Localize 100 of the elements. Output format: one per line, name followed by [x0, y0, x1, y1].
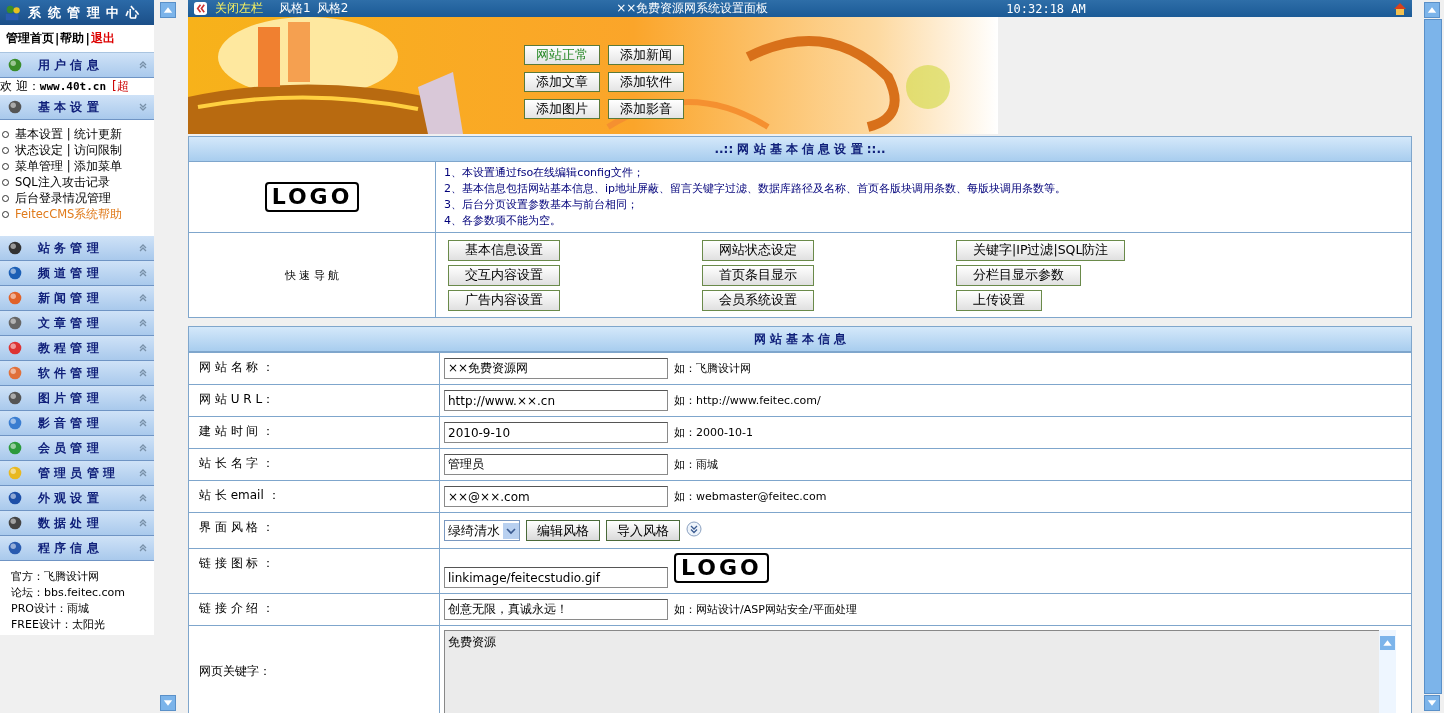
sidebar-link[interactable]: 退出 [90, 30, 115, 47]
note-line: 3、后台分页设置参数基本与前台相同； [444, 197, 639, 213]
menu-link[interactable]: 基本设置 | 统计更新 [15, 126, 123, 142]
house-icon[interactable] [1392, 0, 1408, 17]
section-header[interactable]: 软 件 管 理 [0, 361, 154, 386]
sidebar-link[interactable]: 帮助 [60, 30, 85, 47]
style-dropdown[interactable]: 绿绮清水 [444, 520, 520, 541]
quick-nav-button[interactable]: 广告内容设置 [448, 290, 560, 311]
input-field[interactable]: ××免费资源网 [444, 358, 668, 379]
section-header[interactable]: 用 户 信 息 [0, 53, 154, 78]
chevron-up-icon[interactable] [138, 60, 148, 70]
close-sidebar-link[interactable]: 关闭左栏 [215, 0, 263, 17]
section-header[interactable]: 新 闻 管 理 [0, 286, 154, 311]
style-button[interactable]: 导入风格 [606, 520, 680, 541]
field-label: 链 接 图 标 ： [199, 556, 275, 570]
quick-add-button[interactable]: 添加图片 [524, 99, 600, 119]
field-label: 站 长 email ： [199, 488, 280, 502]
field-label: 网页关键字： [199, 662, 271, 680]
section-header[interactable]: 数 据 处 理 [0, 511, 154, 536]
field-label: 网 站 名 称 ： [199, 360, 275, 374]
section-header[interactable]: 图 片 管 理 [0, 386, 154, 411]
menu-link[interactable]: 状态设定 | 访问限制 [15, 142, 123, 158]
input-field[interactable]: 管理员 [444, 454, 668, 475]
input-field[interactable]: 创意无限，真诚永远！ [444, 599, 668, 620]
chevron-up-icon[interactable] [138, 268, 148, 278]
section-header[interactable]: 管 理 员 管 理 [0, 461, 154, 486]
quick-add-button[interactable]: 添加文章 [524, 72, 600, 92]
note-line: 2、基本信息包括网站基本信息、ip地址屏蔽、留言关键字过滤、数据库路径及名称、首页各版块调用条数、每版块调用条数等。 [444, 181, 1068, 197]
panel-title: ××免费资源网系统设置面板 [616, 0, 770, 17]
double-arrow-left-icon[interactable] [194, 2, 207, 15]
clock-time: 10:32:18 AM [1006, 1, 1086, 16]
quick-nav-button[interactable]: 上传设置 [956, 290, 1042, 311]
sidebar-link[interactable]: 管理首页 [6, 30, 54, 47]
example-hint: 如：webmaster@feitec.com [674, 489, 827, 504]
chevron-up-icon[interactable] [138, 443, 148, 453]
menu-link[interactable]: 菜单管理 | 添加菜单 [15, 158, 123, 174]
panel-heading: ..:: 网 站 基 本 信 息 设 置 ::.. [189, 137, 1411, 162]
section-header[interactable]: 文 章 管 理 [0, 311, 154, 336]
quick-nav-button[interactable]: 关键字|IP过滤|SQL防注 [956, 240, 1126, 261]
keywords-textarea[interactable]: 免费资源 [444, 630, 1379, 713]
chevron-up-icon[interactable] [138, 368, 148, 378]
user-role-link[interactable]: [超 [112, 78, 129, 95]
chevron-up-icon[interactable] [138, 243, 148, 253]
field-label: 界 面 风 格 ： [199, 520, 275, 534]
section-header[interactable]: 频 道 管 理 [0, 261, 154, 286]
chevron-up-icon[interactable] [138, 293, 148, 303]
example-hint: 如：2000-10-1 [674, 425, 753, 440]
input-field[interactable]: ××@××.com [444, 486, 668, 507]
menu-link[interactable]: SQL注入攻击记录 [15, 174, 110, 190]
chevron-up-icon[interactable] [138, 518, 148, 528]
scroll-down-icon[interactable] [160, 695, 176, 711]
expand-icon[interactable] [686, 521, 702, 537]
scroll-down-icon[interactable] [1424, 695, 1440, 711]
chevron-up-icon[interactable] [138, 543, 148, 553]
quick-add-button[interactable]: 添加影音 [608, 99, 684, 119]
link-separator: | [85, 31, 90, 46]
scroll-up-icon[interactable] [160, 2, 176, 18]
section-header[interactable]: 程 序 信 息 [0, 536, 154, 561]
note-line: 1、本设置通过fso在线编辑config文件； [444, 165, 645, 181]
quick-nav-button[interactable]: 交互内容设置 [448, 265, 560, 286]
input-field[interactable]: 2010-9-10 [444, 422, 668, 443]
scrollbar[interactable] [1379, 630, 1396, 713]
chevron-down-icon[interactable] [138, 102, 148, 112]
input-field[interactable]: http://www.××.cn [444, 390, 668, 411]
style-link[interactable]: 风格2 [316, 0, 349, 17]
chevron-up-icon[interactable] [138, 493, 148, 503]
quick-add-button[interactable]: 添加软件 [608, 72, 684, 92]
style-button[interactable]: 编辑风格 [526, 520, 600, 541]
section-header[interactable]: 外 观 设 置 [0, 486, 154, 511]
quick-nav-button[interactable]: 网站状态设定 [702, 240, 814, 261]
field-label: 站 长 名 字 ： [199, 456, 275, 470]
quick-nav-button[interactable]: 基本信息设置 [448, 240, 560, 261]
credit-line: 论坛：bbs.feitec.com [11, 585, 126, 601]
chevron-up-icon[interactable] [138, 418, 148, 428]
link-separator: | [55, 31, 60, 46]
logo-image: LOGO [674, 553, 769, 583]
quick-nav-button[interactable]: 分栏目显示参数 [956, 265, 1081, 286]
logo-image: LOGO [264, 182, 360, 212]
field-label: 建 站 时 间 ： [199, 424, 275, 438]
style-link[interactable]: 风格1 [279, 0, 311, 17]
menu-link[interactable]: 后台登录情况管理 [15, 190, 111, 206]
quick-add-button[interactable]: 添加新闻 [608, 45, 684, 65]
section-header[interactable]: 站 务 管 理 [0, 236, 154, 261]
chevron-up-icon[interactable] [138, 343, 148, 353]
scroll-up-icon[interactable] [1424, 2, 1440, 18]
chevron-up-icon[interactable] [138, 468, 148, 478]
section-header[interactable]: 教 程 管 理 [0, 336, 154, 361]
section-header[interactable]: 基 本 设 置 [0, 95, 154, 120]
example-hint: 如：网站设计/ASP网站安全/平面处理 [674, 602, 857, 617]
chevron-up-icon[interactable] [138, 318, 148, 328]
quick-nav-button[interactable]: 会员系统设置 [702, 290, 814, 311]
site-status-button[interactable]: 网站正常 [524, 45, 600, 65]
input-field[interactable]: linkimage/feitecstudio.gif [444, 567, 668, 588]
section-header[interactable]: 影 音 管 理 [0, 411, 154, 436]
quick-nav-button[interactable]: 首页条目显示 [702, 265, 814, 286]
example-hint: 如：飞腾设计网 [674, 361, 751, 376]
section-header[interactable]: 会 员 管 理 [0, 436, 154, 461]
chevron-up-icon[interactable] [138, 393, 148, 403]
panel-heading: 网 站 基 本 信 息 [189, 327, 1411, 352]
example-hint: 如：雨城 [674, 457, 718, 472]
